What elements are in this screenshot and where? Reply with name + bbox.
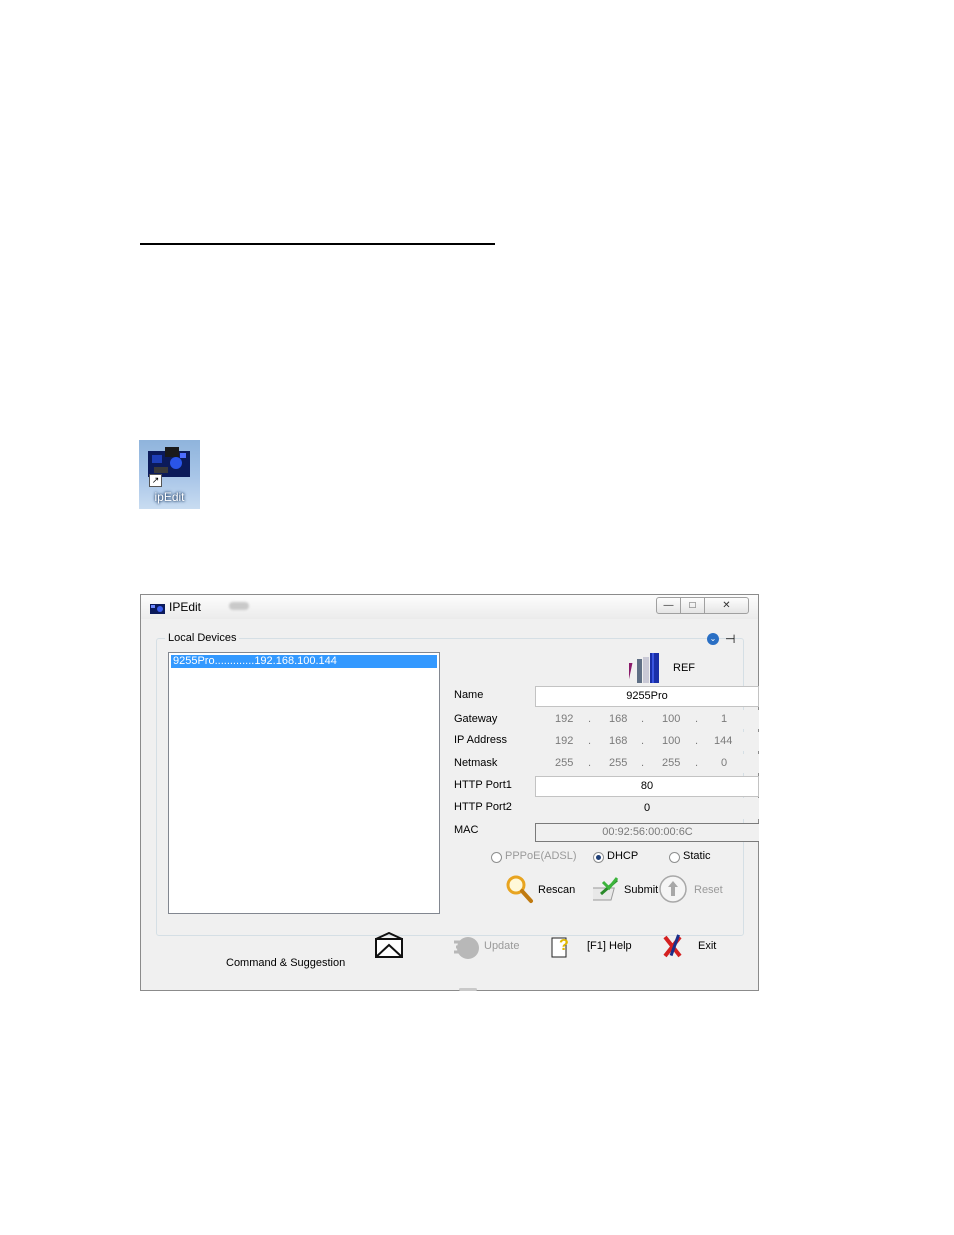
window-controls: — □ ✕: [656, 597, 752, 614]
netmask-field[interactable]: 255 . 255 . 255 . 0: [535, 754, 759, 773]
title-bar[interactable]: IPEdit — □ ✕: [141, 595, 758, 619]
gateway-label: Gateway: [454, 713, 498, 725]
maximize-button[interactable]: □: [680, 597, 705, 614]
svg-text:?: ?: [559, 937, 569, 954]
resize-grip: [459, 988, 477, 991]
command-suggestion-label[interactable]: Command & Suggestion: [226, 957, 345, 969]
device-list[interactable]: 9255Pro.............192.168.100.144: [168, 652, 440, 914]
ref-label[interactable]: REF: [673, 662, 695, 674]
blurred-title-text: [229, 602, 249, 610]
mac-field: 00:92:56:00:00:6C: [535, 823, 759, 842]
local-devices-label: Local Devices: [165, 632, 240, 644]
http-port1-field[interactable]: 80: [535, 776, 759, 797]
chevron-down-icon[interactable]: ⌄: [707, 633, 719, 645]
magnifier-icon: [506, 875, 533, 903]
radio-unchecked-icon: [491, 852, 502, 863]
ip-address-field[interactable]: 192 . 168 . 100 . 144: [535, 732, 759, 751]
http-port2-field[interactable]: 0: [535, 798, 759, 819]
ipedit-desktop-shortcut[interactable]: ↗ ipEdit: [139, 440, 200, 509]
name-label: Name: [454, 689, 484, 701]
http-port2-label: HTTP Port2: [454, 801, 512, 813]
radio-unchecked-icon: [669, 852, 680, 863]
close-button[interactable]: ✕: [704, 597, 749, 614]
up-arrow-icon: [659, 875, 687, 903]
list-item[interactable]: 9255Pro.............192.168.100.144: [171, 655, 437, 668]
ipedit-window: IPEdit — □ ✕ Local Devices ⌄ ⊣ 9255Pro..…: [140, 594, 759, 991]
ip-address-label: IP Address: [454, 734, 507, 746]
shortcut-arrow-icon: ↗: [149, 474, 162, 487]
update-icon: [454, 937, 479, 959]
app-icon: [150, 604, 165, 614]
gateway-field[interactable]: 192 . 168 . 100 . 1: [535, 710, 759, 729]
http-port1-label: HTTP Port1: [454, 779, 512, 791]
exit-x-icon: [663, 934, 682, 958]
window-title: IPEdit: [169, 600, 202, 614]
name-field[interactable]: 9255Pro: [535, 686, 759, 707]
minimize-button[interactable]: —: [656, 597, 681, 614]
submit-pen-icon: [593, 877, 619, 901]
desktop-icon-label: ipEdit: [154, 490, 185, 504]
netmask-label: Netmask: [454, 757, 498, 769]
books-icon[interactable]: [629, 651, 663, 683]
pin-icon[interactable]: ⊣: [725, 633, 735, 645]
help-icon: ?: [551, 937, 569, 958]
section-underline: [140, 243, 495, 245]
envelope-icon: [375, 932, 403, 958]
radio-checked-icon: [593, 852, 604, 863]
mac-label: MAC: [454, 824, 479, 836]
